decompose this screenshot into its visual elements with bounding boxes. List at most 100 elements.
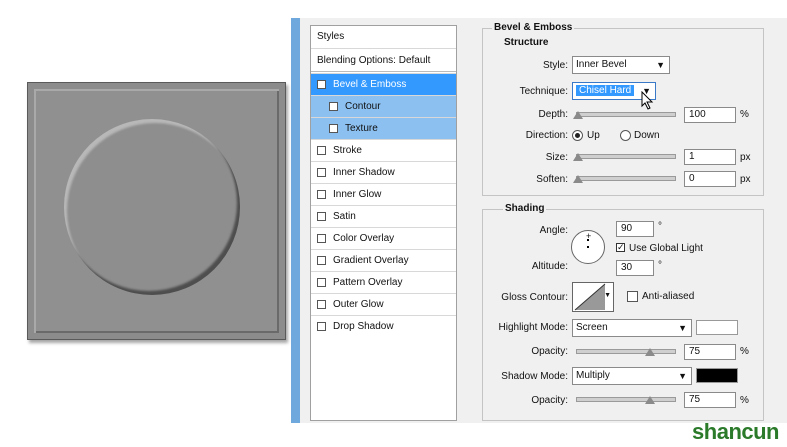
size-unit: px (740, 152, 751, 163)
direction-down-label: Down (634, 130, 660, 141)
style-item-label: Inner Glow (333, 189, 382, 200)
style-item-gradient-overlay[interactable]: Gradient Overlay (311, 249, 456, 271)
highlight-opacity-input[interactable]: 75 (684, 344, 736, 360)
direction-down-radio[interactable] (620, 130, 631, 141)
depth-slider-thumb[interactable] (573, 111, 583, 119)
dialog-edge (291, 18, 300, 423)
shadow-color-swatch[interactable] (696, 368, 738, 383)
blending-options-item[interactable]: Blending Options: Default (311, 48, 456, 72)
style-item-inner-glow[interactable]: Inner Glow (311, 183, 456, 205)
preview-square (34, 89, 279, 333)
shadow-opacity-unit: % (740, 395, 749, 406)
highlight-mode-label: Highlight Mode: (498, 322, 568, 333)
style-item-checkbox[interactable] (317, 278, 326, 287)
shading-title: Shading (503, 203, 547, 214)
style-item-label: Pattern Overlay (333, 277, 403, 288)
highlight-opacity-slider[interactable] (576, 349, 676, 354)
depth-slider[interactable] (576, 112, 676, 117)
soften-slider-thumb[interactable] (573, 175, 583, 183)
chevron-down-icon: ▼ (604, 292, 611, 299)
soften-input[interactable]: 0 (684, 171, 736, 187)
shadow-mode-select[interactable]: Multiply ▼ (572, 367, 692, 385)
style-label: Style: (542, 60, 568, 71)
style-select[interactable]: Inner Bevel ▼ (572, 56, 670, 74)
size-label: Size: (545, 152, 568, 163)
style-item-label: Color Overlay (333, 233, 395, 244)
style-select-value: Inner Bevel (576, 59, 627, 70)
bevel-preview-image (27, 82, 286, 340)
style-item-texture[interactable]: Texture (311, 117, 456, 139)
size-input[interactable]: 1 (684, 149, 736, 165)
shadow-opacity-label: Opacity: (531, 395, 568, 406)
style-item-checkbox[interactable] (317, 212, 326, 221)
direction-up-label: Up (587, 130, 600, 141)
chevron-down-icon: ▼ (678, 371, 687, 381)
size-slider[interactable] (576, 154, 676, 159)
shadow-opacity-slider[interactable] (576, 397, 676, 402)
style-item-checkbox[interactable] (317, 146, 326, 155)
style-item-checkbox[interactable] (317, 300, 326, 309)
style-item-checkbox[interactable] (317, 234, 326, 243)
angle-dial-center (587, 246, 589, 248)
crosshair-icon: + (586, 231, 592, 241)
depth-input[interactable]: 100 (684, 107, 736, 123)
shadow-opacity-input[interactable]: 75 (684, 392, 736, 408)
angle-input[interactable]: 90 (616, 221, 654, 237)
style-item-checkbox[interactable] (329, 124, 338, 133)
style-item-label: Gradient Overlay (333, 255, 409, 266)
anti-aliased-label: Anti-aliased (642, 291, 695, 302)
style-item-drop-shadow[interactable]: Drop Shadow (311, 315, 456, 337)
use-global-light-checkbox[interactable]: ✓ (616, 243, 625, 252)
anti-aliased-checkbox[interactable] (627, 291, 638, 302)
style-item-satin[interactable]: Satin (311, 205, 456, 227)
styles-list: Styles Blending Options: Default ✓ Bevel … (310, 25, 457, 421)
highlight-mode-select[interactable]: Screen ▼ (572, 319, 692, 337)
style-item-stroke[interactable]: Stroke (311, 139, 456, 161)
style-item-label: Outer Glow (333, 299, 384, 310)
style-item-inner-shadow[interactable]: Inner Shadow (311, 161, 456, 183)
watermark-logo: shancun (692, 419, 779, 444)
style-item-label: Drop Shadow (333, 321, 394, 332)
style-item-pattern-overlay[interactable]: Pattern Overlay (311, 271, 456, 293)
style-item-checkbox[interactable] (317, 190, 326, 199)
style-item-label: Texture (345, 123, 378, 134)
style-item-checkbox[interactable] (317, 256, 326, 265)
style-item-checkbox[interactable] (317, 168, 326, 177)
style-item-contour[interactable]: Contour (311, 95, 456, 117)
style-item-label: Stroke (333, 145, 362, 156)
highlight-opacity-slider-thumb[interactable] (644, 348, 655, 356)
altitude-input[interactable]: 30 (616, 260, 654, 276)
size-slider-thumb[interactable] (573, 153, 583, 161)
direction-up-radio[interactable] (572, 130, 583, 141)
soften-unit: px (740, 174, 751, 185)
angle-unit: ° (658, 221, 662, 232)
style-item-checkbox[interactable]: ✓ (317, 80, 326, 89)
preview-circle-bevel (64, 119, 240, 295)
soften-slider[interactable] (576, 176, 676, 181)
style-item-color-overlay[interactable]: Color Overlay (311, 227, 456, 249)
shadow-opacity-slider-thumb[interactable] (644, 396, 655, 404)
depth-label: Depth: (538, 109, 568, 120)
direction-label: Direction: (525, 130, 568, 141)
style-item-label: Contour (345, 101, 381, 112)
altitude-unit: ° (658, 260, 662, 271)
chevron-down-icon: ▼ (678, 323, 687, 333)
mouse-cursor-icon (641, 91, 654, 110)
styles-header-label: Styles (317, 31, 345, 42)
style-item-checkbox[interactable] (329, 102, 338, 111)
chevron-down-icon: ▼ (656, 60, 665, 70)
soften-label: Soften: (536, 174, 568, 185)
highlight-color-swatch[interactable] (696, 320, 738, 335)
gloss-contour-picker[interactable]: ▼ (572, 282, 614, 312)
highlight-opacity-unit: % (740, 346, 749, 357)
style-item-outer-glow[interactable]: Outer Glow (311, 293, 456, 315)
altitude-label: Altitude: (531, 261, 568, 272)
structure-title: Structure (502, 37, 551, 48)
highlight-opacity-label: Opacity: (531, 346, 568, 357)
style-item-checkbox[interactable] (317, 322, 326, 331)
styles-header[interactable]: Styles (311, 26, 456, 48)
style-item-bevel-emboss[interactable]: ✓ Bevel & Emboss (311, 73, 456, 95)
blending-options-label: Blending Options: Default (317, 55, 431, 66)
bevel-emboss-title: Bevel & Emboss (492, 22, 575, 33)
depth-unit: % (740, 109, 749, 120)
